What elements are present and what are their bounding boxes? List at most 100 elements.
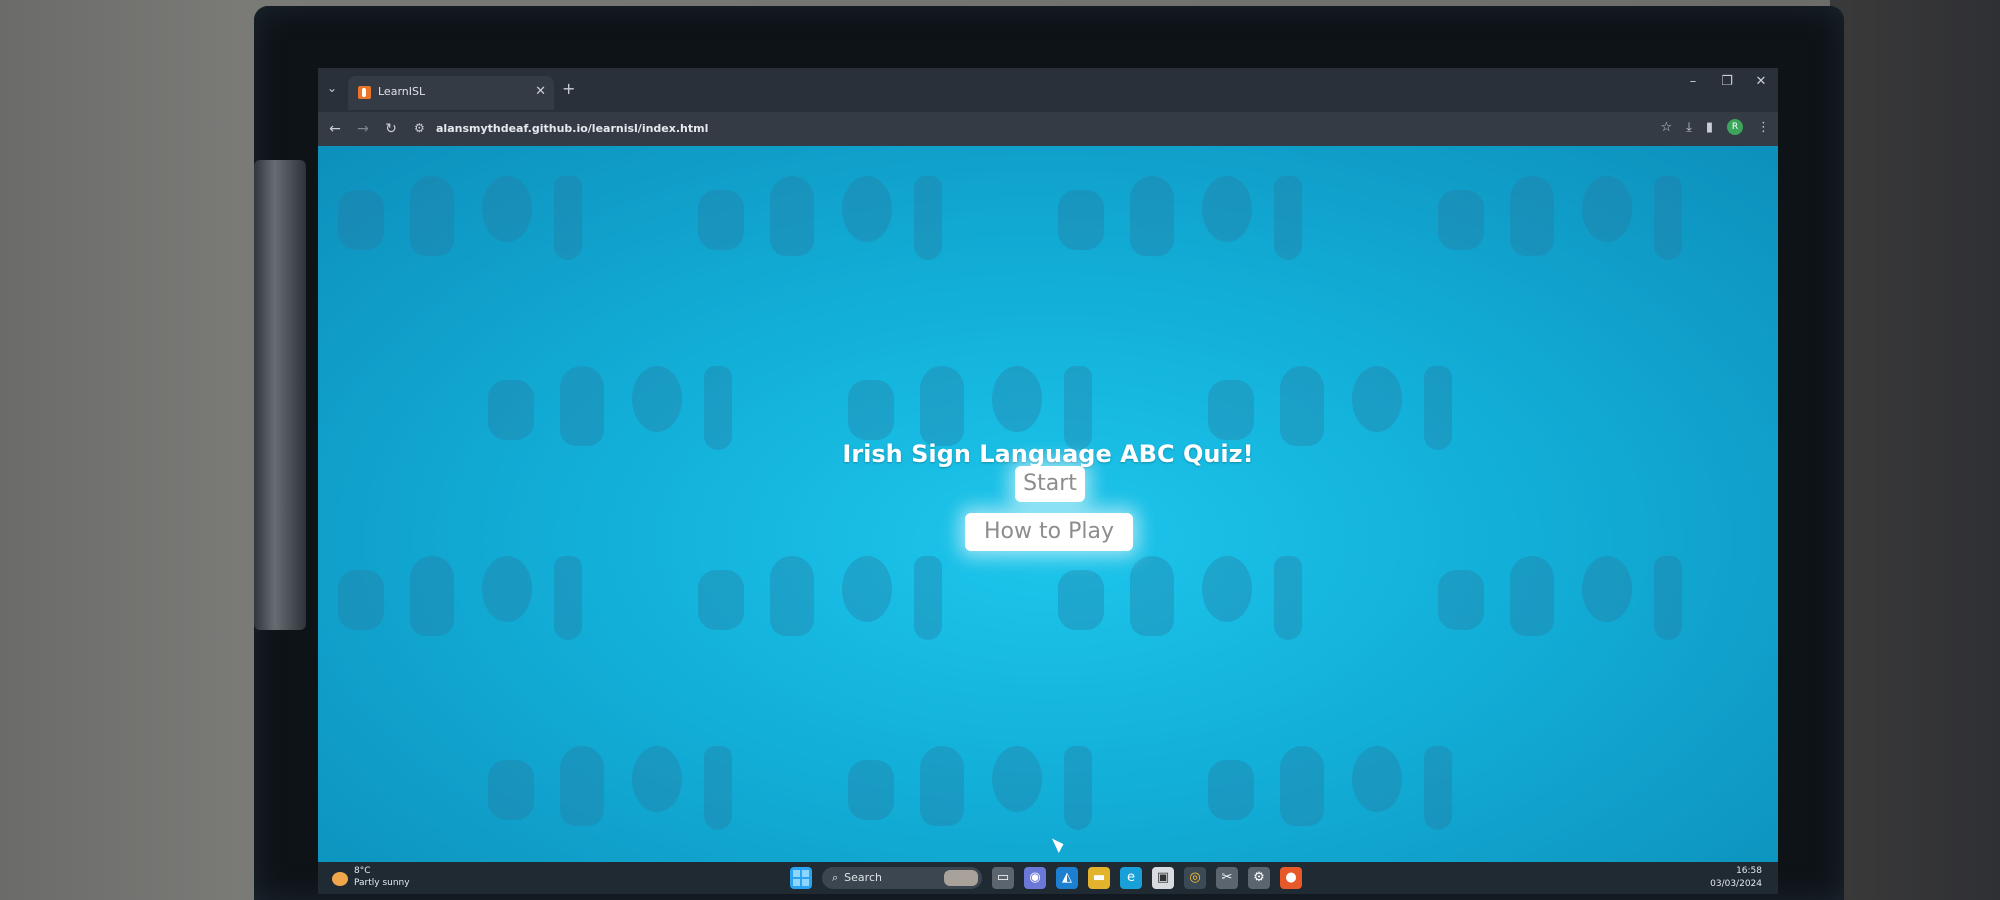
snipping-tool-icon[interactable]: ✂: [1216, 867, 1238, 889]
mouse-cursor-icon: [1051, 835, 1067, 853]
tab-title: LearnISL: [378, 85, 426, 98]
kebab-menu-icon[interactable]: ⋮: [1757, 120, 1770, 135]
app-icon[interactable]: ◭: [1056, 867, 1078, 889]
hand-sign-icon: [1424, 366, 1452, 450]
hand-sign-icon: [1208, 380, 1254, 440]
start-button[interactable]: Start: [1015, 466, 1085, 502]
clock-date: 03/03/2024: [1710, 879, 1762, 889]
star-icon[interactable]: ☆: [1660, 120, 1672, 135]
chat-icon[interactable]: ◉: [1024, 867, 1046, 889]
hand-sign-icon: [1064, 366, 1092, 450]
hand-sign-icon: [1280, 746, 1324, 826]
store-icon[interactable]: ▣: [1152, 867, 1174, 889]
hand-sign-icon: [1582, 556, 1632, 622]
weather-desc: Partly sunny: [354, 878, 410, 888]
arrow-left-icon[interactable]: ←: [326, 120, 344, 138]
hand-sign-icon: [632, 746, 682, 812]
avatar[interactable]: R: [1727, 119, 1743, 135]
browser-toolbar: ← → ↻ ⚙ alansmythdeaf.github.io/learnisl…: [318, 112, 1778, 146]
hand-sign-icon: [338, 570, 384, 630]
hand-sign-icon: [920, 366, 964, 446]
hand-sign-icon: [1424, 746, 1452, 830]
screen: ⌄ LearnISL ✕ + – ❐ ✕ ← → ↻ ⚙ alansmythde…: [318, 68, 1778, 894]
hand-sign-icon: [992, 746, 1042, 812]
window-controls: – ❐ ✕: [1684, 74, 1770, 89]
hand-sign-icon: [554, 556, 582, 640]
plus-icon[interactable]: +: [562, 80, 575, 98]
toolbar-actions: ☆ ⤓ ▮ R ⋮: [1660, 119, 1770, 135]
hand-sign-icon: [770, 556, 814, 636]
close-icon[interactable]: ✕: [535, 84, 546, 100]
hand-sign-icon: [560, 746, 604, 826]
hand-sign-icon: [554, 176, 582, 260]
taskbar-apps: ⌕ Search ▭ ◉ ◭ ▬ e ▣ ◎ ✂ ⚙ ●: [790, 867, 1302, 889]
hand-sign-icon: [1058, 570, 1104, 630]
wall-background: [1830, 0, 2000, 900]
browser-tab-bar: ⌄ LearnISL ✕ + – ❐ ✕: [318, 68, 1778, 112]
web-page: Irish Sign Language ABC Quiz! Start How …: [318, 146, 1778, 862]
download-icon[interactable]: ⤓: [1686, 120, 1692, 135]
hand-sign-icon: [1510, 556, 1554, 636]
clock-time: 16:58: [1736, 866, 1762, 876]
windows-start-icon[interactable]: [790, 867, 812, 889]
hand-sign-icon: [488, 760, 534, 820]
hand-sign-icon: [992, 366, 1042, 432]
address-bar[interactable]: alansmythdeaf.github.io/learnisl/index.h…: [436, 122, 708, 135]
taskbar-search[interactable]: ⌕ Search: [822, 867, 982, 889]
hand-sign-icon: [1274, 556, 1302, 640]
hand-sign-icon: [914, 556, 942, 640]
hand-sign-icon: [488, 380, 534, 440]
hand-sign-icon: [920, 746, 964, 826]
hand-sign-icon: [1510, 176, 1554, 256]
firefox-icon[interactable]: ●: [1280, 867, 1302, 889]
hand-sign-icon: [704, 366, 732, 450]
hand-sign-icon: [1582, 176, 1632, 242]
side-panel-icon[interactable]: ▮: [1706, 120, 1713, 135]
hand-sign-icon: [914, 176, 942, 260]
hand-sign-icon: [1438, 190, 1484, 250]
edge-icon[interactable]: e: [1120, 867, 1142, 889]
restore-icon[interactable]: ❐: [1718, 74, 1736, 89]
taskbar: 8°C Partly sunny ⌕ Search ▭ ◉ ◭ ▬ e ▣ ◎ ✂…: [318, 862, 1778, 894]
system-clock[interactable]: 16:58 03/03/2024: [1710, 865, 1762, 891]
chevron-down-icon[interactable]: ⌄: [324, 80, 340, 96]
hand-sign-icon: [1654, 556, 1682, 640]
chrome-icon[interactable]: ◎: [1184, 867, 1206, 889]
hand-sign-icon: [1438, 570, 1484, 630]
hand-sign-icon: [848, 760, 894, 820]
hand-sign-icon: [560, 366, 604, 446]
hand-sign-icon: [1352, 366, 1402, 432]
search-icon: ⌕: [832, 871, 839, 884]
hand-sign-icon: [1064, 746, 1092, 830]
learnisl-favicon-icon: [358, 86, 371, 99]
hand-sign-icon: [770, 176, 814, 256]
tab-learnisl[interactable]: LearnISL ✕: [348, 76, 554, 110]
hand-sign-icon: [842, 176, 892, 242]
weather-temp: 8°C: [354, 866, 371, 876]
hand-sign-icon: [704, 746, 732, 830]
hand-sign-icon: [1202, 556, 1252, 622]
hand-sign-icon: [1130, 176, 1174, 256]
hand-sign-icon: [1058, 190, 1104, 250]
hand-sign-icon: [1352, 746, 1402, 812]
hand-sign-icon: [338, 190, 384, 250]
hand-sign-icon: [1654, 176, 1682, 260]
how-to-play-button[interactable]: How to Play: [965, 513, 1133, 551]
hand-sign-icon: [848, 380, 894, 440]
hand-sign-icon: [410, 556, 454, 636]
search-highlight-icon: [944, 870, 978, 886]
hand-sign-icon: [842, 556, 892, 622]
settings-icon[interactable]: ⚙: [1248, 867, 1270, 889]
hand-sign-icon: [1208, 760, 1254, 820]
task-view-icon[interactable]: ▭: [992, 867, 1014, 889]
tune-icon[interactable]: ⚙: [414, 121, 425, 135]
minimize-icon[interactable]: –: [1684, 74, 1702, 89]
search-label: Search: [844, 871, 882, 884]
arrow-right-icon[interactable]: →: [354, 120, 372, 138]
reload-icon[interactable]: ↻: [382, 120, 400, 138]
hand-sign-icon: [1274, 176, 1302, 260]
partly-sunny-icon: [332, 872, 348, 886]
close-window-icon[interactable]: ✕: [1752, 74, 1770, 89]
hand-sign-icon: [1280, 366, 1324, 446]
file-explorer-icon[interactable]: ▬: [1088, 867, 1110, 889]
